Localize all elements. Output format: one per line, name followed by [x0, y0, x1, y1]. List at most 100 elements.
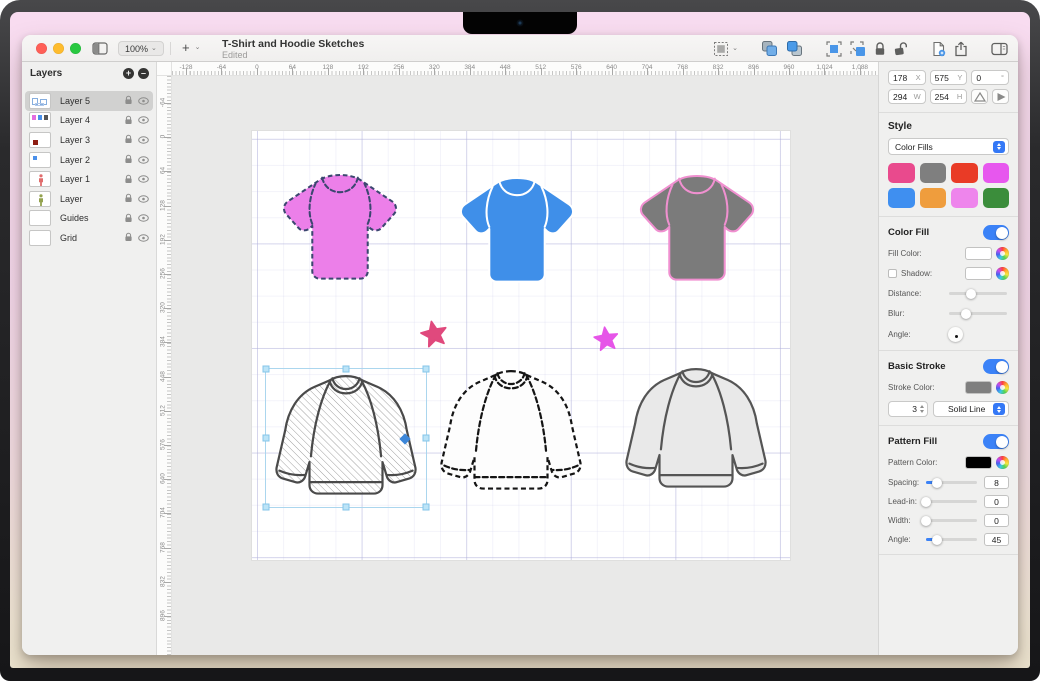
export-document-icon[interactable] — [932, 41, 946, 57]
layer-lock-icon[interactable] — [124, 115, 133, 126]
y-field[interactable]: 575Y — [930, 70, 968, 85]
layer-lock-icon[interactable] — [124, 154, 133, 165]
sweatshirt-dashed[interactable] — [432, 364, 590, 500]
pattern-row-value[interactable]: 45 — [984, 533, 1009, 546]
canvas-area[interactable] — [172, 76, 878, 655]
layer-visibility-icon[interactable] — [138, 195, 149, 203]
color-swatch[interactable] — [920, 163, 947, 183]
color-swatch[interactable] — [983, 163, 1010, 183]
layer-row[interactable]: Grid — [25, 228, 153, 248]
bring-forward-icon[interactable] — [786, 40, 803, 57]
layer-visibility-icon[interactable] — [138, 234, 149, 242]
tshirt-blue[interactable] — [451, 170, 583, 289]
layer-row[interactable]: Layer 1 — [25, 169, 153, 189]
fill-color-wheel-icon[interactable] — [996, 247, 1009, 260]
pattern-row-slider[interactable] — [926, 481, 977, 484]
color-swatch[interactable] — [888, 163, 915, 183]
layer-row[interactable]: Layer — [25, 189, 153, 209]
zoom-level-dropdown[interactable]: 100%⌄ — [118, 41, 164, 56]
layer-row[interactable]: Guides — [25, 209, 153, 229]
layer-visibility-icon[interactable] — [138, 175, 149, 183]
pattern-row-slider[interactable] — [926, 500, 977, 503]
layer-lock-icon[interactable] — [124, 213, 133, 224]
selection-handle[interactable] — [423, 366, 430, 373]
sidebar-toggle-icon[interactable] — [92, 42, 108, 60]
fills-preset-select[interactable]: Color Fills — [888, 138, 1009, 155]
pattern-row-slider[interactable] — [926, 519, 977, 522]
selection-handle[interactable] — [343, 366, 350, 373]
fullscreen-window-button[interactable] — [70, 43, 81, 54]
star-magenta[interactable] — [592, 324, 621, 357]
color-fill-toggle[interactable] — [983, 225, 1009, 240]
color-swatch[interactable] — [951, 188, 978, 208]
selection-handle[interactable] — [263, 435, 270, 442]
basic-stroke-toggle[interactable] — [983, 359, 1009, 374]
layer-visibility-icon[interactable] — [138, 97, 149, 105]
star-deep-pink[interactable] — [418, 318, 451, 355]
color-swatch[interactable] — [951, 163, 978, 183]
layer-visibility-icon[interactable] — [138, 156, 149, 164]
close-window-button[interactable] — [36, 43, 47, 54]
flip-vertical-button[interactable] — [971, 89, 988, 104]
arrange-dropdown-icon[interactable]: ⌄ — [713, 41, 738, 57]
selection-handle[interactable] — [423, 435, 430, 442]
flip-horizontal-button[interactable] — [992, 89, 1009, 104]
layer-lock-icon[interactable] — [124, 193, 133, 204]
layer-lock-icon[interactable] — [124, 134, 133, 145]
pattern-fill-toggle[interactable] — [983, 434, 1009, 449]
x-field[interactable]: 178X — [888, 70, 926, 85]
selection-bounding-box[interactable] — [265, 368, 427, 508]
width-field[interactable]: 294W — [888, 89, 926, 104]
blur-slider[interactable] — [949, 312, 1007, 315]
lock-icon[interactable] — [874, 41, 886, 56]
selection-handle[interactable] — [343, 504, 350, 511]
distance-slider[interactable] — [949, 292, 1007, 295]
layer-lock-icon[interactable] — [124, 174, 133, 185]
stepper-arrows-icon[interactable] — [920, 405, 924, 413]
pattern-color-wheel-icon[interactable] — [996, 456, 1009, 469]
shadow-color-wheel-icon[interactable] — [996, 267, 1009, 280]
tshirt-pink[interactable] — [274, 167, 406, 286]
layer-row[interactable]: Layer 4 — [25, 111, 153, 131]
artboard-page[interactable] — [252, 131, 790, 560]
line-style-select[interactable]: Solid Line — [933, 401, 1009, 417]
stroke-color-well[interactable] — [965, 381, 992, 394]
pattern-row-value[interactable]: 0 — [984, 495, 1009, 508]
layer-visibility-icon[interactable] — [138, 136, 149, 144]
layer-row[interactable]: Layer 3 — [25, 130, 153, 150]
unlock-icon[interactable] — [894, 41, 909, 56]
toggle-inspector-icon[interactable] — [991, 42, 1008, 56]
stroke-color-wheel-icon[interactable] — [996, 381, 1009, 394]
layer-row[interactable]: Layer 5 — [25, 91, 153, 111]
selection-handle[interactable] — [263, 366, 270, 373]
tshirt-gray[interactable] — [631, 168, 763, 287]
fill-color-well[interactable] — [965, 247, 992, 260]
pattern-color-well[interactable] — [965, 456, 992, 469]
layer-visibility-icon[interactable] — [138, 116, 149, 124]
color-swatch[interactable] — [983, 188, 1010, 208]
remove-layer-button[interactable]: – — [138, 68, 149, 79]
pattern-row-value[interactable]: 8 — [984, 476, 1009, 489]
pattern-row-slider[interactable] — [926, 538, 977, 541]
shadow-checkbox[interactable] — [888, 269, 897, 278]
paste-in-place-icon[interactable] — [826, 41, 842, 57]
height-field[interactable]: 254H — [930, 89, 968, 104]
send-backward-icon[interactable] — [761, 40, 778, 57]
selection-handle[interactable] — [423, 504, 430, 511]
stroke-width-stepper[interactable]: 3 — [888, 401, 928, 417]
layer-lock-icon[interactable] — [124, 232, 133, 243]
color-swatch[interactable] — [920, 188, 947, 208]
shadow-color-well[interactable] — [965, 267, 992, 280]
add-layer-button[interactable]: + — [123, 68, 134, 79]
share-icon[interactable] — [954, 41, 968, 57]
sweatshirt-gray[interactable] — [617, 362, 775, 498]
layer-visibility-icon[interactable] — [138, 214, 149, 222]
layer-row[interactable]: Layer 2 — [25, 150, 153, 170]
paste-offset-icon[interactable] — [850, 41, 866, 57]
selection-handle[interactable] — [263, 504, 270, 511]
shadow-angle-dial[interactable] — [948, 327, 963, 342]
color-swatch[interactable] — [888, 188, 915, 208]
add-shape-button[interactable]: +⌄ — [182, 40, 200, 55]
layer-lock-icon[interactable] — [124, 95, 133, 106]
pattern-row-value[interactable]: 0 — [984, 514, 1009, 527]
